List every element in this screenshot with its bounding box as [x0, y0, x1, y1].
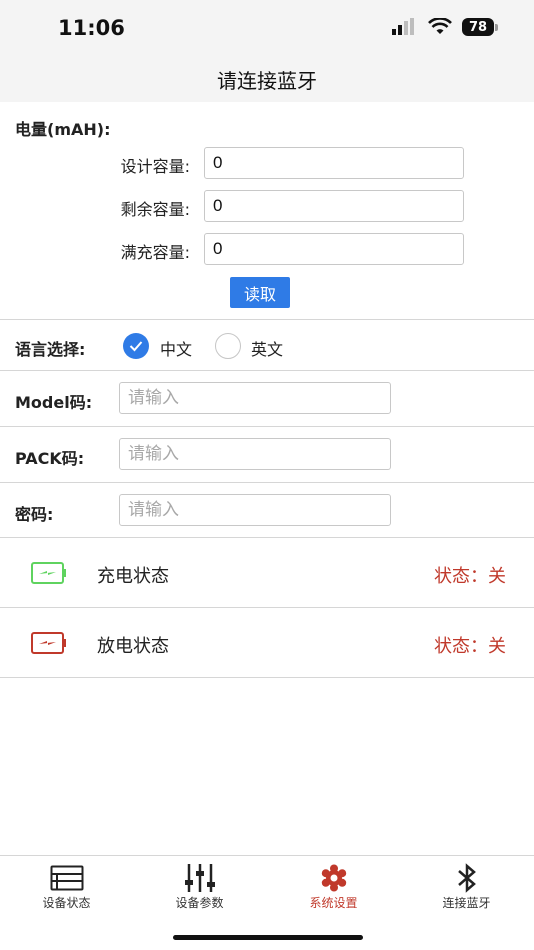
radio-english-label[interactable]: 英文 [251, 336, 283, 360]
battery-indicator: 78 [462, 18, 498, 36]
nav-bar: 请连接蓝牙 [0, 56, 534, 102]
cellular-signal-icon [392, 18, 414, 35]
tab-system-settings[interactable]: 系统设置 [267, 856, 400, 916]
model-code-input[interactable] [119, 382, 391, 414]
pack-code-input[interactable] [119, 438, 391, 470]
tab-device-status[interactable]: 设备状态 [0, 856, 133, 916]
remaining-capacity-row: 剩余容量: [0, 190, 534, 222]
radio-chinese-label[interactable]: 中文 [160, 336, 192, 360]
design-capacity-input[interactable] [204, 147, 464, 179]
pack-code-row: PACK码: [0, 427, 534, 483]
list-icon [50, 865, 83, 891]
charge-state-row: 充电状态 状态：关 [0, 538, 534, 608]
battery-level: 78 [462, 18, 494, 36]
capacity-title: 电量(mAH): [15, 120, 111, 139]
design-capacity-label: 设计容量: [120, 157, 190, 176]
main-content: 电量(mAH): 设计容量: 剩余容量: 满充容量: 读取 语言选择: 中文 英… [0, 102, 534, 678]
tab-device-status-label: 设备状态 [42, 896, 91, 910]
tab-device-params-label: 设备参数 [175, 896, 224, 910]
charge-state-value: 状态：关 [434, 566, 506, 587]
password-row: 密码: [0, 483, 534, 538]
full-charge-capacity-row: 满充容量: [0, 233, 534, 265]
tab-system-settings-label: 系统设置 [309, 896, 358, 910]
wifi-icon [428, 18, 452, 34]
radio-english[interactable] [215, 333, 241, 359]
tab-device-params[interactable]: 设备参数 [133, 856, 266, 916]
full-charge-capacity-input[interactable] [204, 233, 464, 265]
read-button[interactable]: 读取 [230, 277, 290, 308]
language-label: 语言选择: [15, 340, 86, 359]
sliders-icon [184, 864, 215, 892]
discharge-state-row: 放电状态 状态：关 [0, 608, 534, 678]
battery-charge-icon [31, 562, 66, 584]
tab-connect-bluetooth[interactable]: 连接蓝牙 [400, 856, 533, 916]
battery-tip [495, 23, 498, 31]
remaining-capacity-input[interactable] [204, 190, 464, 222]
status-bar: 11:06 78 [0, 0, 534, 56]
status-icons: 78 [392, 18, 498, 36]
battery-discharge-icon [31, 632, 66, 654]
bluetooth-icon [457, 863, 476, 893]
tab-connect-bluetooth-label: 连接蓝牙 [442, 896, 491, 910]
status-time: 11:06 [58, 16, 125, 40]
charge-state-label: 充电状态 [97, 566, 169, 587]
capacity-section: 电量(mAH): 设计容量: 剩余容量: 满充容量: 读取 [0, 102, 534, 320]
full-charge-capacity-label: 满充容量: [120, 243, 190, 262]
password-label: 密码: [15, 505, 54, 524]
password-input[interactable] [119, 494, 391, 526]
model-code-row: Model码: [0, 371, 534, 427]
discharge-state-label: 放电状态 [97, 636, 169, 657]
pack-code-label: PACK码: [15, 449, 85, 468]
checkmark-icon [129, 341, 143, 352]
discharge-state-value: 状态：关 [434, 636, 506, 657]
gear-icon [321, 864, 346, 892]
language-section: 语言选择: 中文 英文 [0, 320, 534, 371]
radio-chinese[interactable] [123, 333, 149, 359]
design-capacity-row: 设计容量: [0, 147, 534, 179]
home-indicator[interactable] [173, 935, 363, 940]
page-title: 请连接蓝牙 [217, 68, 317, 93]
remaining-capacity-label: 剩余容量: [120, 200, 190, 219]
model-code-label: Model码: [15, 393, 93, 412]
